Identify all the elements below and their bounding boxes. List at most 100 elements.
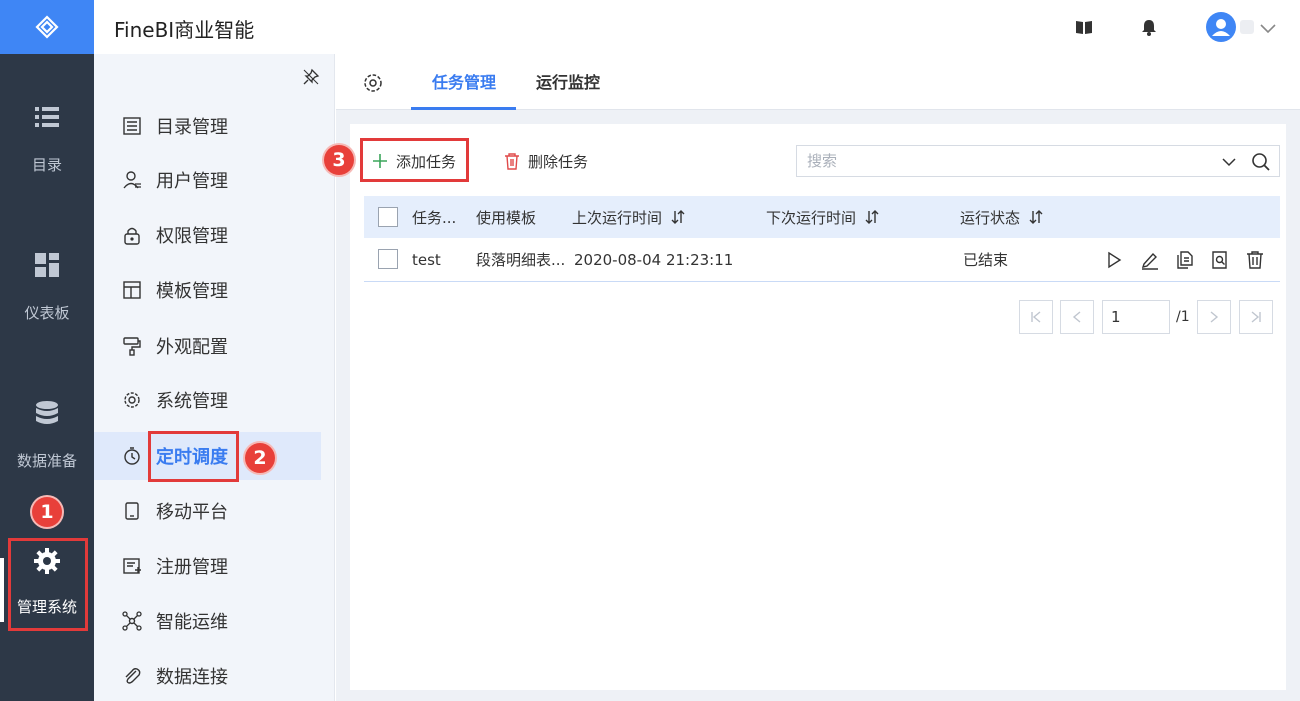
menu-item-registration[interactable]: 注册管理 (94, 542, 321, 590)
next-page-button[interactable] (1197, 300, 1231, 334)
cell-last-run: 2020-08-04 21:23:11 (574, 250, 734, 269)
sort-icon[interactable] (1028, 209, 1044, 225)
menu-item-ops[interactable]: 智能运维 (94, 597, 321, 645)
menu-item-mobile[interactable]: 移动平台 (94, 487, 321, 535)
first-page-icon (1031, 311, 1041, 323)
menu-item-data-connection[interactable]: 数据连接 (94, 652, 321, 700)
main-panel: 任务管理 运行监控 添加任务 删除任务 搜索 任务... 使用模板 上次运行时间… (336, 54, 1300, 701)
col-header-template[interactable]: 使用模板 (476, 196, 536, 238)
sort-icon[interactable] (670, 209, 686, 225)
menu-item-system[interactable]: 系统管理 (94, 376, 321, 424)
menu-item-users[interactable]: 用户管理 (94, 156, 321, 204)
chevron-down-icon[interactable] (1258, 18, 1278, 38)
row-checkbox[interactable] (378, 249, 398, 269)
highlight-box-scheduler (148, 431, 239, 482)
tab-task-management[interactable]: 任务管理 (432, 54, 496, 110)
trash-icon[interactable] (1245, 250, 1265, 270)
table-row[interactable]: test 段落明细表... 2020-08-04 21:23:11 已结束 (364, 238, 1280, 282)
timer-icon (124, 447, 140, 465)
view-log-icon[interactable] (1210, 250, 1230, 270)
menu-item-label: 注册管理 (156, 557, 228, 578)
settings-gear-icon[interactable] (362, 72, 384, 94)
sort-icon[interactable] (864, 209, 880, 225)
register-icon (123, 558, 141, 574)
tab-bar: 任务管理 运行监控 (336, 54, 1300, 110)
cell-task-name: test (412, 250, 441, 269)
user-avatar[interactable] (1206, 12, 1236, 42)
paperclip-icon (125, 668, 141, 684)
tab-run-monitor[interactable]: 运行监控 (536, 54, 600, 110)
rail-item-label: 数据准备 (16, 452, 77, 470)
copy-icon[interactable] (1175, 250, 1195, 270)
first-page-button[interactable] (1019, 300, 1053, 334)
chevron-right-icon (1210, 311, 1219, 323)
menu-item-label: 数据连接 (156, 667, 228, 688)
col-header-next-run[interactable]: 下次运行时间 (766, 196, 880, 238)
menu-item-catalog[interactable]: 目录管理 (94, 102, 321, 150)
col-header-task-name[interactable]: 任务... (412, 196, 456, 238)
menu-item-label: 模板管理 (156, 281, 228, 302)
edit-icon[interactable] (1140, 250, 1160, 270)
page-total: /1 (1176, 309, 1190, 325)
app-root: 目录 仪表板 数据准备 管理系统 FineBI商业智能 目录管理 用户管理 权限… (0, 0, 1300, 701)
active-tab-indicator (411, 107, 516, 110)
rail-item-label: 仪表板 (24, 304, 70, 322)
task-card: 添加任务 删除任务 任务... (350, 124, 1286, 690)
template-icon (123, 281, 141, 299)
col-header-status-label: 运行状态 (960, 208, 1021, 227)
bell-icon[interactable] (1139, 17, 1159, 37)
col-header-last-run[interactable]: 上次运行时间 (572, 196, 686, 238)
user-avatar-icon (1212, 19, 1230, 36)
rail-item-data-prep[interactable]: 数据准备 (0, 398, 94, 471)
menu-item-label: 用户管理 (156, 171, 228, 192)
logo[interactable] (0, 0, 94, 54)
network-icon (122, 611, 142, 631)
rail-item-label: 目录 (31, 156, 62, 174)
step-badge-1: 1 (32, 497, 62, 527)
last-page-icon (1251, 311, 1261, 323)
trash-icon (505, 153, 519, 170)
pin-icon[interactable] (302, 68, 320, 86)
database-icon (36, 401, 58, 424)
search-icon[interactable] (1251, 152, 1271, 172)
delete-task-button[interactable]: 删除任务 (504, 144, 604, 178)
menu-item-templates[interactable]: 模板管理 (94, 266, 321, 314)
play-icon[interactable] (1104, 250, 1124, 270)
menu-item-label: 系统管理 (156, 391, 228, 412)
prev-page-button[interactable] (1060, 300, 1094, 334)
col-header-status[interactable]: 运行状态 (960, 196, 1044, 238)
menu-item-label: 目录管理 (156, 117, 228, 138)
menu-item-permissions[interactable]: 权限管理 (94, 211, 321, 259)
list-icon (35, 107, 59, 127)
menu-item-label: 智能运维 (156, 612, 228, 633)
cell-status: 已结束 (963, 251, 1009, 269)
app-title: FineBI商业智能 (114, 18, 255, 42)
highlight-box-add-task (360, 138, 469, 182)
cell-template: 段落明细表... (476, 251, 566, 269)
menu-item-label: 外观配置 (156, 337, 228, 358)
book-icon[interactable] (1074, 17, 1094, 37)
dashboard-icon (35, 253, 59, 277)
rail-item-dashboard[interactable]: 仪表板 (0, 250, 94, 323)
select-all-checkbox[interactable] (378, 207, 398, 227)
col-header-next-run-label: 下次运行时间 (766, 208, 857, 227)
management-menu: 目录管理 用户管理 权限管理 模板管理 外观配置 系统管理 定时调度 移动平台 (94, 54, 335, 701)
settings-icon (124, 392, 140, 408)
step-badge-3: 3 (324, 145, 354, 175)
highlight-box-management (8, 538, 88, 631)
table-header: 任务... 使用模板 上次运行时间 下次运行时间 运行状态 (364, 196, 1280, 238)
rail-item-catalog[interactable]: 目录 (0, 102, 94, 175)
chevron-down-icon[interactable] (1221, 154, 1237, 170)
page-number-input[interactable] (1102, 300, 1170, 334)
col-header-last-run-label: 上次运行时间 (572, 208, 663, 227)
menu-item-label: 移动平台 (156, 502, 228, 523)
user-icon (123, 171, 141, 189)
step-badge-2: 2 (245, 443, 275, 473)
mobile-icon (125, 502, 139, 520)
username-placeholder (1240, 20, 1254, 34)
menu-item-appearance[interactable]: 外观配置 (94, 322, 321, 370)
pagination: /1 (350, 300, 1286, 334)
search-input[interactable] (797, 146, 1207, 176)
last-page-button[interactable] (1239, 300, 1273, 334)
chevron-left-icon (1072, 311, 1081, 323)
